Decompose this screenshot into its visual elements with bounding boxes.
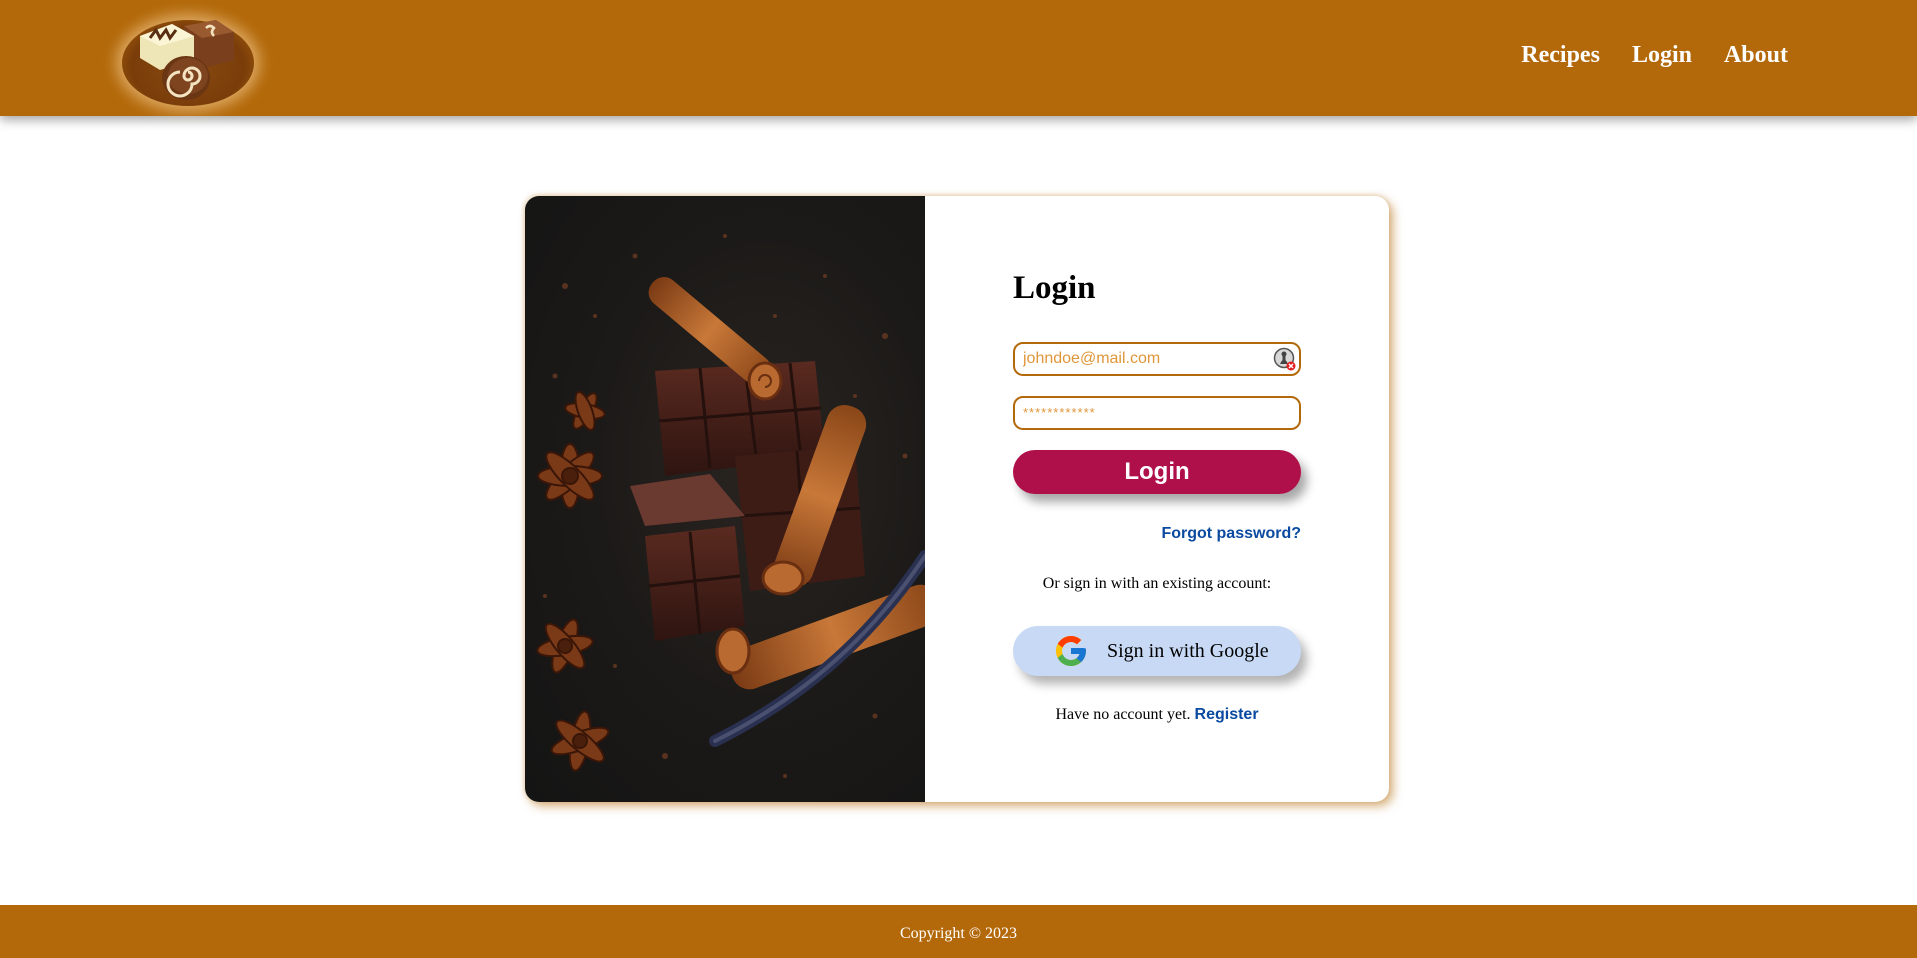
forgot-password-link[interactable]: Forgot password?	[1161, 525, 1301, 543]
google-signin-button[interactable]: Sign in with Google	[1013, 626, 1301, 676]
main-nav: Recipes Login About	[1489, 42, 1788, 69]
email-input[interactable]	[1015, 344, 1263, 374]
chocolate-spices-illustration	[536, 234, 925, 778]
email-field[interactable]	[1013, 342, 1301, 376]
site-footer: Copyright © 2023	[0, 905, 1917, 958]
password-input[interactable]	[1015, 398, 1263, 428]
copyright-text: Copyright © 2023	[899, 925, 1018, 942]
password-field[interactable]	[1013, 396, 1301, 430]
nav-about-link[interactable]: About	[1724, 42, 1788, 69]
login-title: Login	[1013, 270, 1096, 306]
candy-logo-icon	[140, 20, 234, 100]
site-header: Recipes Login About	[0, 0, 1917, 116]
site-logo[interactable]	[122, 10, 258, 106]
password-manager-icon[interactable]	[1273, 347, 1297, 371]
alt-signin-text: Or sign in with an existing account:	[1042, 575, 1272, 592]
chocolate-spices-photo	[525, 196, 925, 802]
login-button[interactable]: Login	[1013, 450, 1301, 494]
google-signin-label: Sign in with Google	[1107, 640, 1269, 662]
nav-recipes-link[interactable]: Recipes	[1521, 42, 1600, 69]
register-prompt: Have no account yet. Register	[1013, 706, 1301, 724]
login-card: Login Login Forgot password? Or sign in …	[525, 196, 1389, 802]
google-icon	[1056, 636, 1086, 666]
no-account-text: Have no account yet.	[1055, 706, 1191, 723]
nav-login-link[interactable]: Login	[1632, 42, 1692, 69]
register-link[interactable]: Register	[1195, 706, 1259, 723]
